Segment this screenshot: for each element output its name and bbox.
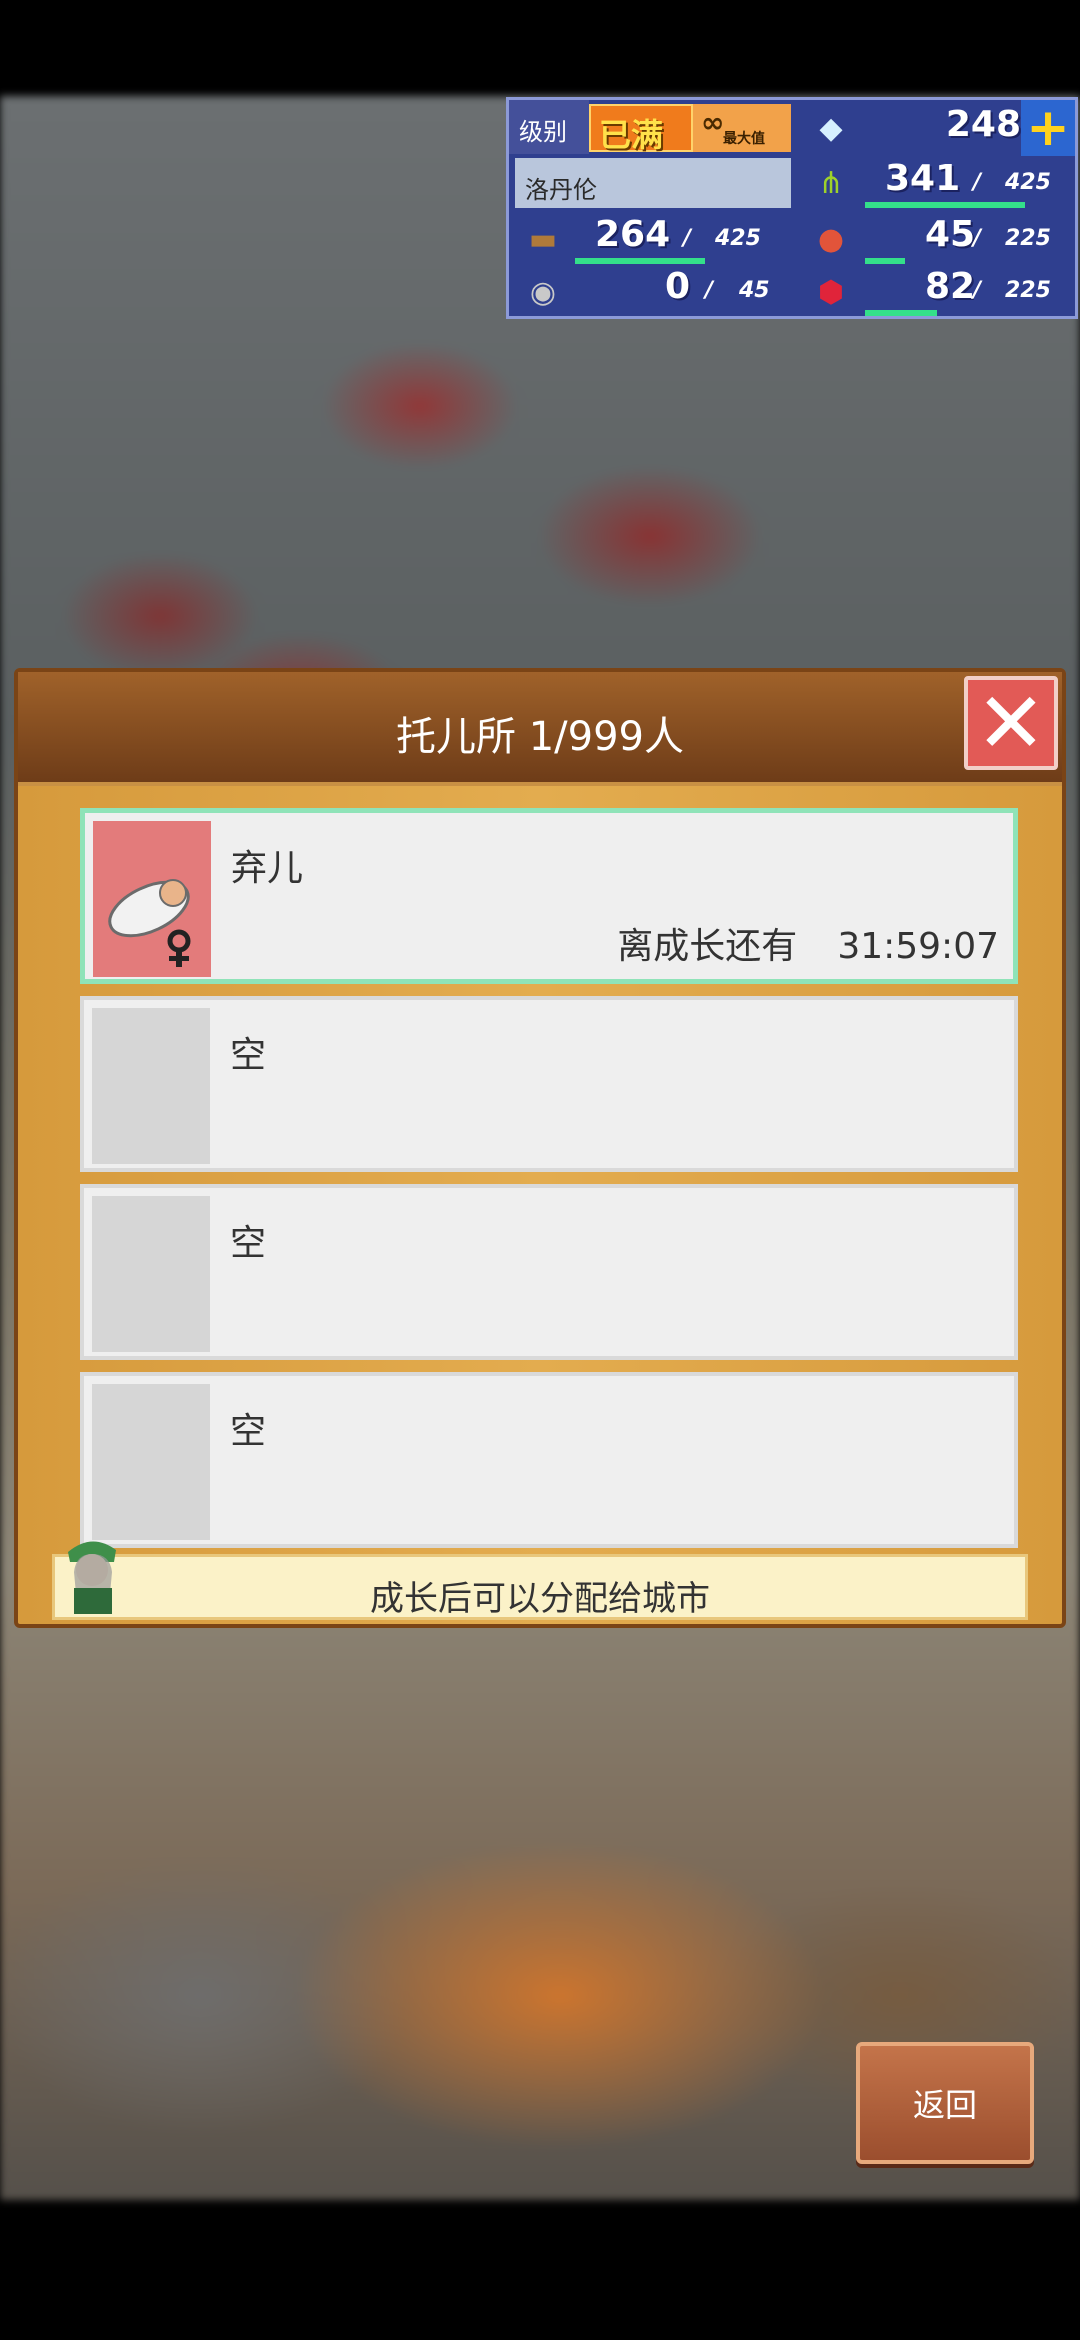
advisor-avatar	[68, 1541, 116, 1614]
food-cell: 341 / 425	[865, 156, 1077, 210]
wheat-icon: ⋔	[818, 165, 844, 201]
empty-portrait	[92, 1384, 210, 1540]
growth-countdown-label: 离成长还有	[617, 926, 798, 967]
close-button[interactable]: ✕	[964, 676, 1058, 770]
city-name: 洛丹伦	[525, 176, 597, 204]
ruby-max: 225	[1005, 278, 1051, 303]
empty-portrait	[92, 1008, 210, 1164]
add-gems-button[interactable]: +	[1021, 100, 1075, 156]
baby-portrait	[93, 821, 211, 977]
nursery-slot-4[interactable]: 空	[80, 1372, 1018, 1548]
slot-name: 空	[230, 1223, 267, 1264]
female-symbol-icon	[167, 929, 191, 967]
stone-separator: /	[705, 278, 714, 303]
infinity-icon: ∞	[701, 106, 725, 139]
stone-cell: 0 / 45	[575, 266, 791, 318]
gems-cell: 248	[865, 100, 1027, 154]
gems-value: 248	[945, 104, 1021, 145]
ruby-separator: /	[973, 278, 982, 303]
slot-name: 弃儿	[231, 848, 304, 889]
empty-portrait	[92, 1196, 210, 1352]
city-name-cell: 洛丹伦	[515, 158, 791, 208]
nursery-slot-1[interactable]: 弃儿 离成长还有 31:59:07	[80, 808, 1018, 984]
meat-value: 45	[925, 214, 976, 255]
slot-name: 空	[230, 1035, 267, 1076]
wood-cell: 264 / 425	[575, 212, 791, 266]
meat-icon: ●	[817, 221, 845, 257]
wood-icon: ▬	[528, 221, 558, 257]
hint-bar: 成长后可以分配给城市	[52, 1554, 1028, 1620]
ruby-value: 82	[925, 266, 976, 307]
food-max: 425	[1005, 170, 1051, 195]
max-value-badge: ∞ 最大值	[693, 104, 791, 152]
meat-bar	[865, 258, 905, 264]
close-icon: ✕	[975, 674, 1047, 772]
dialog-header: 托儿所 1/999人 ✕	[18, 672, 1062, 786]
slot-name: 空	[230, 1411, 267, 1452]
wood-value: 264	[595, 214, 671, 255]
meat-max: 225	[1005, 226, 1051, 251]
growth-countdown: 离成长还有 31:59:07	[617, 917, 999, 969]
nursery-dialog: 托儿所 1/999人 ✕ 弃儿 离成长还有 31:59:07 空 空 空 成长后…	[14, 668, 1066, 1628]
food-separator: /	[973, 170, 982, 195]
stone-icon: ◉	[529, 274, 557, 310]
meat-cell: 45 / 225	[865, 212, 1077, 266]
back-button[interactable]: 返回	[856, 2042, 1034, 2164]
meat-separator: /	[973, 226, 982, 251]
wood-separator: /	[683, 226, 692, 251]
ruby-cell: 82 / 225	[865, 266, 1077, 318]
swaddled-baby-icon	[108, 879, 191, 967]
wood-max: 425	[715, 226, 761, 251]
diamond-icon: ◆	[819, 110, 843, 146]
stone-value: 0	[665, 266, 691, 307]
resource-hud: 级别 已满 ∞ 最大值 ◆ 248 + 洛丹伦 ⋔ 341 / 425 ▬ 26…	[506, 97, 1078, 319]
plus-icon: +	[1026, 98, 1070, 158]
wood-bar	[575, 258, 705, 264]
nursery-slot-3[interactable]: 空	[80, 1184, 1018, 1360]
level-label-cell: 级别	[509, 100, 589, 154]
stone-max: 45	[739, 278, 770, 303]
dialog-title: 托儿所 1/999人	[396, 714, 684, 760]
level-max-badge: 已满	[589, 104, 693, 154]
level-max-text: 已满	[599, 116, 664, 154]
max-value-text: 最大值	[723, 131, 765, 147]
level-label: 级别	[519, 118, 567, 146]
nursery-slot-2[interactable]: 空	[80, 996, 1018, 1172]
food-bar	[865, 202, 1025, 208]
food-value: 341	[885, 158, 961, 199]
hint-text: 成长后可以分配给城市	[370, 1579, 710, 1619]
ruby-bar	[865, 310, 937, 316]
growth-countdown-time: 31:59:07	[837, 926, 999, 967]
ruby-icon: ⬢	[817, 274, 845, 310]
